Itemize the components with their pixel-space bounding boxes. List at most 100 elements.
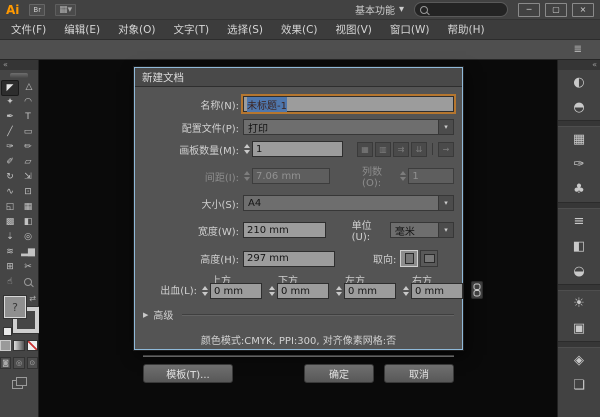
name-input[interactable]: 未标题-1	[243, 96, 454, 112]
artboards-panel-icon[interactable]: ❏	[558, 373, 600, 398]
gradient-panel-icon[interactable]: ◧	[558, 234, 600, 259]
fill-stroke-control[interactable]: ? ⇄	[2, 296, 36, 336]
scale-tool[interactable]: ⇲	[20, 170, 36, 184]
perspective-grid-tool[interactable]: ▦	[20, 200, 36, 214]
line-segment-tool[interactable]: ╱	[2, 125, 18, 139]
rotate-tool[interactable]: ↻	[2, 170, 18, 184]
ok-button[interactable]: 确定	[304, 364, 374, 383]
size-select[interactable]: A4 ▾	[243, 195, 454, 211]
blob-brush-tool[interactable]: ✐	[2, 155, 18, 169]
portrait-button[interactable]	[400, 250, 418, 267]
graphic-styles-panel-icon[interactable]: ▣	[558, 316, 600, 341]
maximize-button[interactable]: ▢	[545, 3, 567, 17]
bleed-right-input[interactable]: 0 mm	[411, 283, 463, 299]
layers-panel-icon[interactable]: ◈	[558, 348, 600, 373]
menu-object[interactable]: 对象(O)	[109, 20, 164, 39]
arrange-by-column-icon[interactable]: ⇊	[411, 142, 427, 157]
units-select[interactable]: 毫米 ▾	[390, 222, 454, 238]
selection-tool[interactable]: ◤	[1, 80, 19, 96]
menu-edit[interactable]: 编辑(E)	[55, 20, 109, 39]
tools-panel-grip[interactable]	[10, 73, 28, 78]
color-button[interactable]	[0, 340, 11, 351]
slice-tool[interactable]: ✂	[20, 260, 36, 274]
workspace-switcher[interactable]: 基本功能 ▾	[355, 2, 404, 17]
bridge-button[interactable]: Br	[29, 4, 45, 16]
transparency-panel-icon[interactable]: ◒	[558, 259, 600, 284]
bleed-left-input[interactable]: 0 mm	[344, 283, 396, 299]
hand-tool[interactable]: ☝	[2, 275, 18, 289]
magic-wand-tool[interactable]: ✦	[2, 95, 18, 109]
height-input[interactable]: 297 mm	[243, 251, 335, 267]
pencil-tool[interactable]: ✏	[20, 140, 36, 154]
shape-builder-tool[interactable]: ◱	[2, 200, 18, 214]
artboards-stepper[interactable]	[243, 144, 251, 154]
screen-mode-button[interactable]	[12, 377, 26, 388]
arrange-by-row-icon[interactable]: ⇉	[393, 142, 409, 157]
color-guide-panel-icon[interactable]: ◓	[558, 95, 600, 120]
lasso-tool[interactable]: ◠	[20, 95, 36, 109]
menu-view[interactable]: 视图(V)	[327, 20, 381, 39]
default-fill-stroke-icon[interactable]	[3, 327, 12, 336]
artboards-input[interactable]: 1	[252, 141, 343, 157]
draw-behind-button[interactable]: ◎	[13, 357, 24, 369]
menu-type[interactable]: 文字(T)	[165, 20, 219, 39]
advanced-section-toggle[interactable]: ▶ 高级	[143, 307, 454, 322]
bleed-right-stepper[interactable]	[402, 286, 410, 296]
type-tool[interactable]: T	[20, 110, 36, 124]
none-button[interactable]	[27, 340, 38, 351]
blend-tool[interactable]: ◎	[20, 230, 36, 244]
menu-window[interactable]: 窗口(W)	[381, 20, 439, 39]
dock-collapse-icon[interactable]: «	[558, 60, 600, 70]
templates-button[interactable]: 模板(T)...	[143, 364, 233, 383]
color-panel-icon[interactable]: ◐	[558, 70, 600, 95]
bleed-top-stepper[interactable]	[201, 286, 209, 296]
search-box[interactable]	[414, 2, 508, 17]
bleed-link-button[interactable]	[471, 281, 483, 299]
bleed-bottom-stepper[interactable]	[268, 286, 276, 296]
bleed-top-input[interactable]: 0 mm	[210, 283, 262, 299]
appearance-panel-icon[interactable]: ☀	[558, 291, 600, 316]
eyedropper-tool[interactable]: ⇣	[2, 230, 18, 244]
tools-collapse-icon[interactable]: «	[0, 60, 38, 70]
gradient-button[interactable]	[13, 340, 24, 351]
column-graph-tool[interactable]: ▂▆	[20, 245, 36, 259]
swatches-panel-icon[interactable]: ▦	[558, 127, 600, 152]
arrange-documents-button[interactable]: ▦ ▾	[55, 4, 76, 16]
canvas[interactable]: 新建文档 名称(N): 未标题-1 配置文件(P): 打印 ▾	[39, 60, 557, 417]
draw-inside-button[interactable]: ⊙	[27, 357, 38, 369]
direct-selection-tool[interactable]: △	[21, 80, 37, 94]
draw-normal-button[interactable]: ◙	[0, 357, 11, 369]
bleed-bottom-input[interactable]: 0 mm	[277, 283, 329, 299]
symbols-panel-icon[interactable]: ♣	[558, 177, 600, 202]
brushes-panel-icon[interactable]: ✑	[558, 152, 600, 177]
menu-select[interactable]: 选择(S)	[218, 20, 272, 39]
gradient-tool[interactable]: ◧	[20, 215, 36, 229]
eraser-tool[interactable]: ▱	[20, 155, 36, 169]
stroke-panel-icon[interactable]: ≡	[558, 209, 600, 234]
minimize-button[interactable]: ─	[518, 3, 540, 17]
zoom-tool[interactable]	[20, 275, 36, 289]
symbol-sprayer-tool[interactable]: ≋	[2, 245, 18, 259]
grid-by-column-icon[interactable]: ▥	[375, 142, 391, 157]
width-input[interactable]: 210 mm	[243, 222, 326, 238]
menu-effect[interactable]: 效果(C)	[272, 20, 327, 39]
grid-by-row-icon[interactable]: ▦	[357, 142, 373, 157]
rectangle-tool[interactable]: ▭	[20, 125, 36, 139]
close-button[interactable]: ×	[572, 3, 594, 17]
search-input[interactable]	[428, 4, 492, 16]
paintbrush-tool[interactable]: ✑	[2, 140, 18, 154]
mesh-tool[interactable]: ▩	[2, 215, 18, 229]
cancel-button[interactable]: 取消	[384, 364, 454, 383]
menu-help[interactable]: 帮助(H)	[439, 20, 494, 39]
bleed-left-stepper[interactable]	[335, 286, 343, 296]
menu-file[interactable]: 文件(F)	[2, 20, 55, 39]
pen-tool[interactable]: ✒	[2, 110, 18, 124]
width-tool[interactable]: ∿	[2, 185, 18, 199]
control-panel-menu-icon[interactable]: ≣	[574, 44, 582, 55]
fill-swatch[interactable]: ?	[4, 296, 26, 318]
free-transform-tool[interactable]: ⊡	[20, 185, 36, 199]
landscape-button[interactable]	[420, 250, 438, 267]
artboard-tool[interactable]: ⊞	[2, 260, 18, 274]
swap-fill-stroke-icon[interactable]: ⇄	[29, 294, 36, 303]
profile-select[interactable]: 打印 ▾	[243, 119, 454, 135]
